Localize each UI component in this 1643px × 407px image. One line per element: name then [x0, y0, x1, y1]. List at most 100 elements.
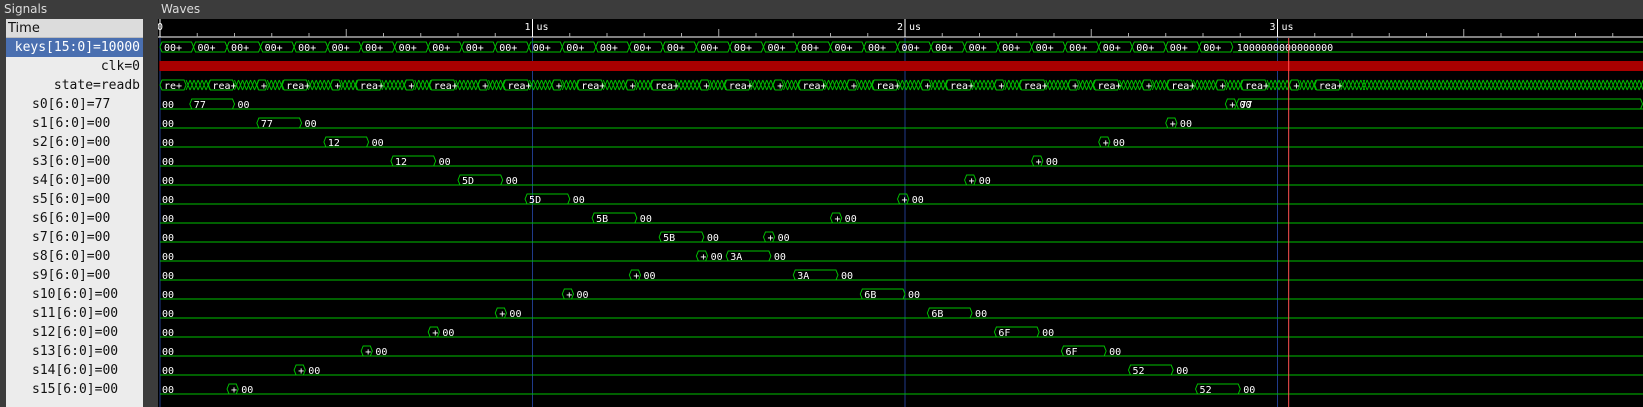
- signal-name: s11[6:0]: [32, 306, 95, 321]
- signal-row[interactable]: keys[15:0]=10000: [6, 38, 143, 57]
- signal-value: =00: [86, 154, 111, 169]
- signal-value: =00: [94, 325, 119, 340]
- state-dense-transitions: [414, 79, 432, 91]
- register-after-value: 00: [912, 195, 924, 206]
- state-dense-transitions: [1119, 79, 1145, 91]
- register-base-value: 00: [162, 271, 174, 282]
- register-after-value: 00: [845, 214, 857, 225]
- state-value-segment-label: +: [998, 81, 1004, 92]
- state-dense-transitions: [635, 79, 653, 91]
- keys-value-segment-label: 00+: [265, 43, 283, 54]
- state-dense-transitions: [1004, 79, 1022, 91]
- state-dense-transitions: [340, 79, 358, 91]
- keys-value-segment-label: 00+: [767, 43, 785, 54]
- keys-value-segment-label: 00+: [801, 43, 819, 54]
- signal-row[interactable]: s9[6:0]=00: [6, 266, 143, 285]
- state-dense-transitions: [455, 79, 481, 91]
- signal-name: clk: [100, 59, 125, 74]
- register-base-value: 00: [162, 252, 174, 263]
- register-after-value: 00: [774, 252, 786, 263]
- register-after-value: 00: [375, 347, 387, 358]
- state-dense-transitions: [930, 79, 948, 91]
- keys-last-value: 1000000000000000: [1237, 43, 1333, 54]
- state-dense-transitions: [709, 79, 727, 91]
- state-value-segment-label: +: [261, 81, 267, 92]
- register-after-value: 00: [1243, 385, 1255, 396]
- keys-value-segment-label: 00+: [1036, 43, 1054, 54]
- state-dense-transitions: [1299, 79, 1317, 91]
- signal-row[interactable]: s15[6:0]=00: [6, 380, 143, 399]
- signal-row[interactable]: s7[6:0]=00: [6, 228, 143, 247]
- register-value-segment-label: 77: [1241, 100, 1253, 111]
- state-dense-transitions: [529, 79, 554, 91]
- register-after-value: 00: [979, 176, 991, 187]
- signal-row[interactable]: s8[6:0]=00: [6, 247, 143, 266]
- register-base-value: 00: [162, 290, 174, 301]
- signal-row[interactable]: s12[6:0]=00: [6, 323, 143, 342]
- signal-value: =00: [86, 116, 111, 131]
- keys-value-segment-label: 00+: [667, 43, 685, 54]
- signal-row[interactable]: s5[6:0]=00: [6, 190, 143, 209]
- signal-value: =00: [94, 287, 119, 302]
- register-value-segment-label: 12: [328, 138, 340, 149]
- signal-row[interactable]: s2[6:0]=00: [6, 133, 143, 152]
- signal-value: =00: [86, 173, 111, 188]
- keys-value-segment-label: 00+: [298, 43, 316, 54]
- signal-row[interactable]: s11[6:0]=00: [6, 304, 143, 323]
- register-base-value: 00: [162, 195, 174, 206]
- pane-splitter[interactable]: [143, 19, 156, 407]
- waveform-view[interactable]: 01 us 2 us 3 us 00+ 00+ 00+ 00+ 00+ 00+ 00+ 00+ 00+…: [158, 19, 1643, 407]
- keys-value-segment-label: 00+: [466, 43, 484, 54]
- register-after-value: 00: [308, 366, 320, 377]
- state-value-segment-label: rea+: [581, 81, 605, 92]
- signal-value: =00: [94, 344, 119, 359]
- register-after-value: 00: [640, 214, 652, 225]
- register-after-value: 00: [238, 100, 250, 111]
- keys-value-segment-label: 00+: [902, 43, 920, 54]
- keys-value-segment-label: 00+: [969, 43, 987, 54]
- register-value-segment-label: +: [835, 214, 841, 225]
- register-value-segment-label: 12: [395, 157, 407, 168]
- signals-list[interactable]: Time keys[15:0]=10000 clk=0 state=readb s0[…: [6, 19, 143, 407]
- signal-value: =00: [86, 135, 111, 150]
- waveform-canvas[interactable]: 01 us 2 us 3 us00+ 00+ 00+ 00+ 00+ 00+ 00+ 00+ 00+…: [158, 19, 1643, 407]
- state-value-segment-label: rea+: [802, 81, 826, 92]
- signal-row[interactable]: s4[6:0]=00: [6, 171, 143, 190]
- register-after-value: 00: [975, 309, 987, 320]
- state-dense-transitions: [1340, 79, 1366, 91]
- state-value-segment-label: rea+: [1097, 81, 1121, 92]
- keys-value-segment-label: 00+: [700, 43, 718, 54]
- signal-name: s15[6:0]: [32, 382, 95, 397]
- register-base-value: 00: [162, 157, 174, 168]
- register-after-value: 00: [644, 271, 656, 282]
- signal-row[interactable]: state=readb: [6, 76, 143, 95]
- signal-row[interactable]: s6[6:0]=00: [6, 209, 143, 228]
- register-value-segment-label: +: [1170, 119, 1176, 130]
- state-dense-transitions: [185, 79, 211, 91]
- signal-row[interactable]: s1[6:0]=00: [6, 114, 143, 133]
- signal-value: =readb: [93, 78, 140, 93]
- state-value-segment-label: rea+: [360, 81, 384, 92]
- state-value-segment-label: re+: [164, 81, 182, 92]
- register-base-value: 00: [162, 385, 174, 396]
- signal-row[interactable]: s14[6:0]=00: [6, 361, 143, 380]
- signal-row[interactable]: s3[6:0]=00: [6, 152, 143, 171]
- register-value-segment-label: +: [499, 309, 505, 320]
- signal-value: =00: [94, 306, 119, 321]
- register-after-value: 00: [1042, 328, 1054, 339]
- register-after-value: 00: [778, 233, 790, 244]
- state-dense-transitions: [783, 79, 801, 91]
- state-value-segment-label: +: [556, 81, 562, 92]
- signal-row[interactable]: s13[6:0]=00: [6, 342, 143, 361]
- signal-row[interactable]: s0[6:0]=77: [6, 95, 143, 114]
- state-value-segment-label: rea+: [729, 81, 753, 92]
- register-value-segment-label: +: [1103, 138, 1109, 149]
- register-value-segment-label: +: [902, 195, 908, 206]
- keys-value-segment-label: 00+: [332, 43, 350, 54]
- state-value-segment-label: +: [482, 81, 488, 92]
- state-dense-transitions: [856, 79, 874, 91]
- signal-value: =00: [86, 192, 111, 207]
- register-value-segment-label: +: [298, 366, 304, 377]
- signal-row[interactable]: s10[6:0]=00: [6, 285, 143, 304]
- signal-row[interactable]: clk=0: [6, 57, 143, 76]
